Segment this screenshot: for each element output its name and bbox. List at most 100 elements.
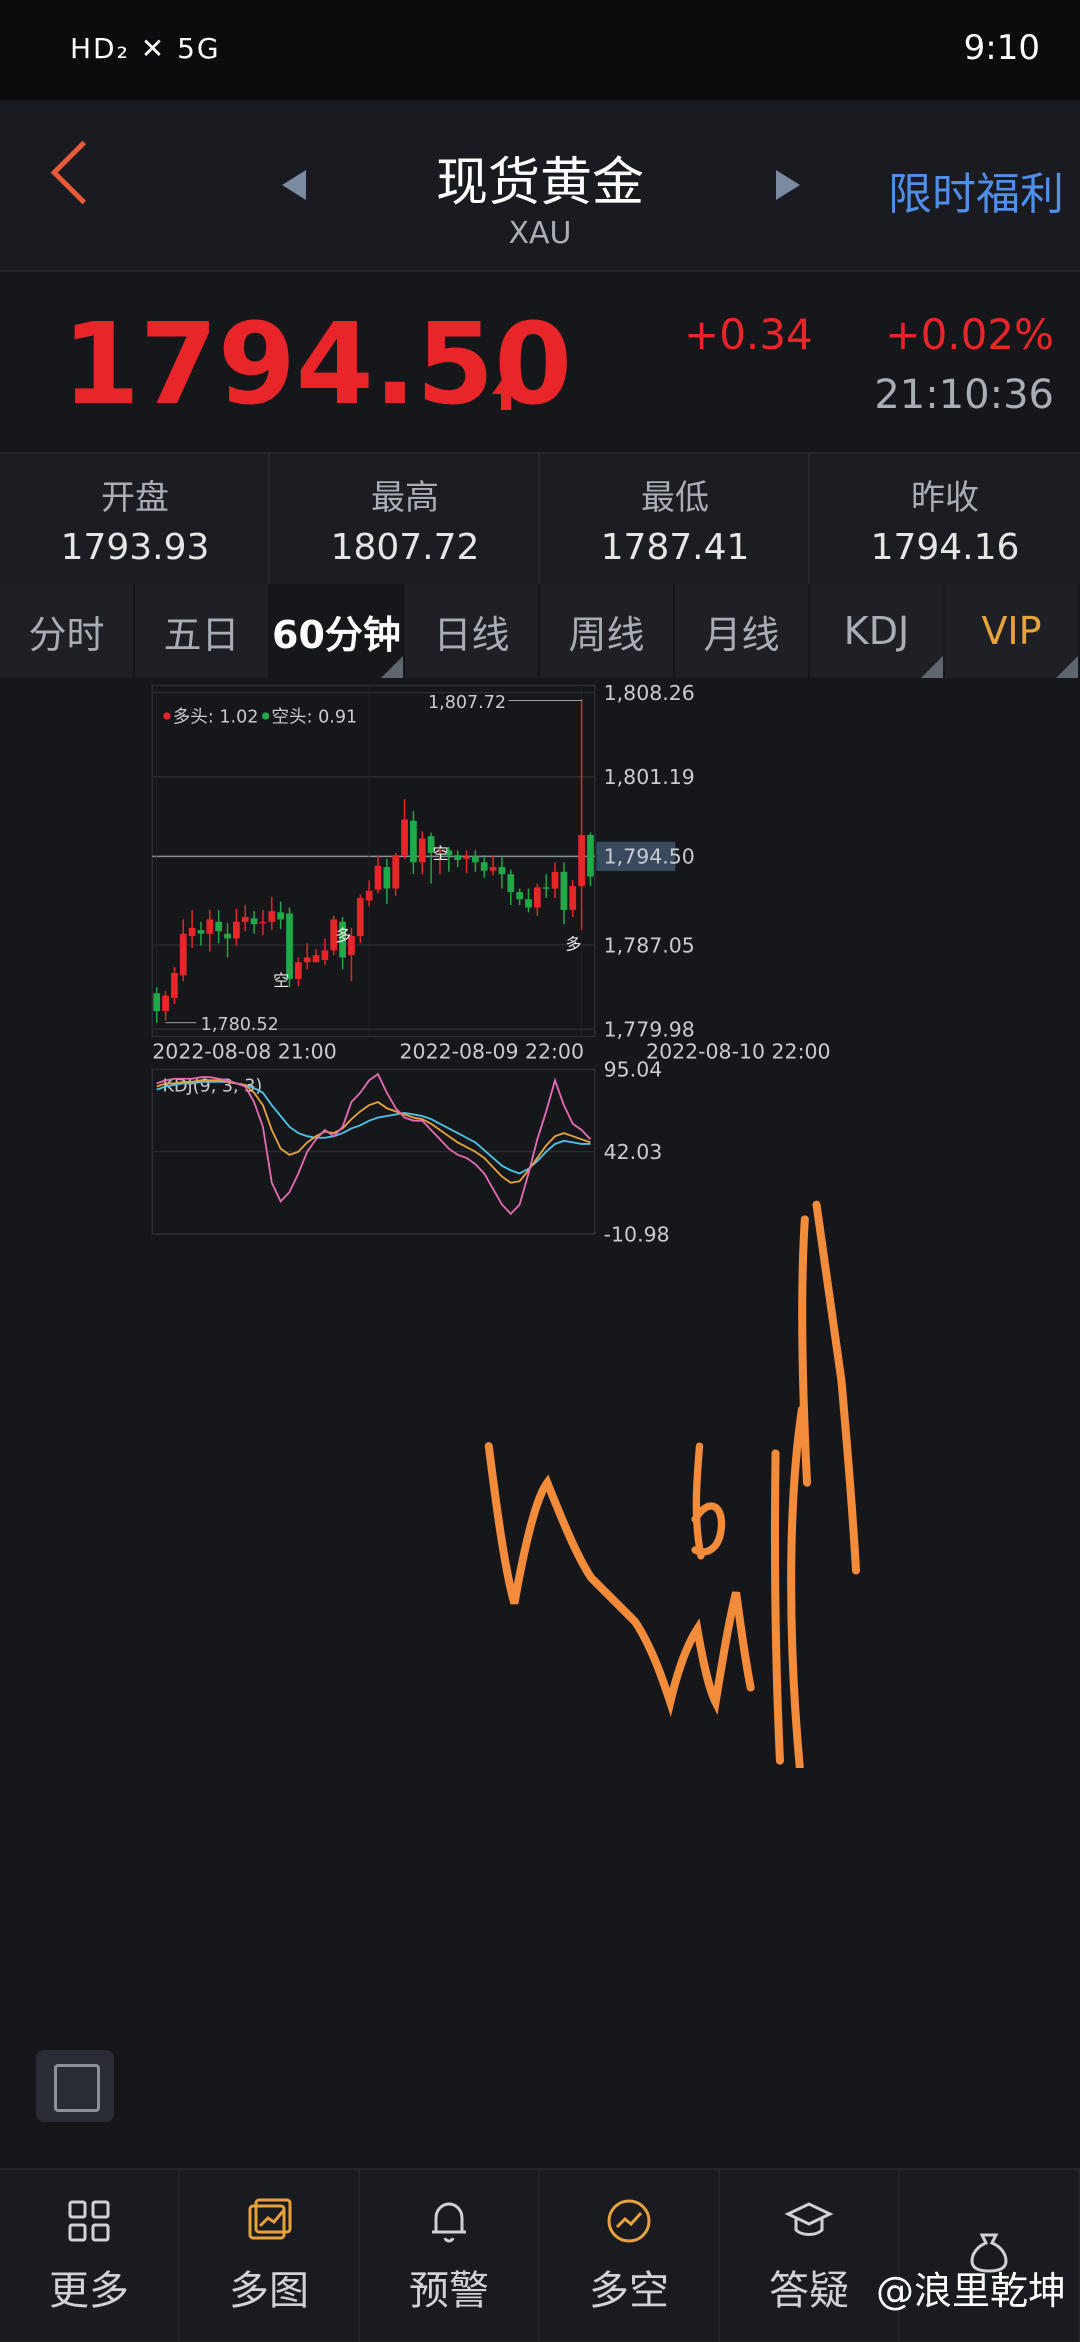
candle-body bbox=[507, 874, 515, 893]
nav-qa[interactable]: 答疑 bbox=[720, 2170, 900, 2342]
candle-body bbox=[374, 865, 382, 890]
stat-open: 开盘 1793.93 bbox=[0, 470, 270, 568]
plot-frame bbox=[151, 684, 596, 1038]
candle-body bbox=[454, 855, 462, 860]
prev-symbol-icon[interactable] bbox=[282, 170, 306, 200]
candle-body bbox=[259, 921, 267, 924]
next-symbol-icon[interactable] bbox=[776, 170, 800, 200]
x-tick-label: 2022-08-08 21:00 bbox=[152, 1039, 336, 1063]
candle-body bbox=[480, 862, 488, 871]
candle-body bbox=[587, 834, 594, 877]
hand-drawn-annotations bbox=[484, 1200, 861, 1768]
price-chart[interactable]: 1,808.26 1,801.19 1,794.50 1,787.05 1,779.98… bbox=[0, 678, 1080, 1768]
tab-vip[interactable]: VIP bbox=[945, 584, 1080, 678]
candle-body bbox=[569, 886, 577, 910]
y-tick-label: 1,801.19 bbox=[604, 765, 695, 789]
y-tick-label: 1,794.50 bbox=[604, 845, 695, 869]
candle-body bbox=[542, 887, 550, 889]
candle-body bbox=[321, 950, 329, 960]
status-icons: HD₂ ✕ 5G bbox=[70, 32, 221, 65]
tab-kdj[interactable]: KDJ bbox=[810, 584, 945, 678]
multi-chart-icon bbox=[248, 2198, 292, 2240]
bottom-nav: 更多 多图 预警 多空 答疑 bbox=[0, 2168, 1080, 2342]
candle-body bbox=[578, 834, 585, 887]
candle-body bbox=[472, 856, 479, 863]
candle-body bbox=[516, 892, 523, 900]
legend-bear-dot bbox=[262, 712, 270, 720]
tab-dropdown-corner-icon bbox=[1056, 656, 1078, 678]
nav-label: 多图 bbox=[229, 2268, 309, 2314]
candle-body bbox=[215, 921, 223, 932]
grid-icon bbox=[68, 2200, 110, 2242]
low-label: 1,780.52 bbox=[201, 1015, 279, 1035]
up-arrow-stem bbox=[501, 392, 511, 410]
stat-value: 1787.41 bbox=[600, 527, 750, 568]
candle-body bbox=[294, 962, 302, 979]
status-time: 9:10 bbox=[963, 28, 1040, 68]
candle-body bbox=[312, 955, 320, 963]
tab-60min[interactable]: 60分钟 bbox=[270, 584, 405, 678]
candle-body bbox=[224, 933, 231, 939]
candle-body bbox=[179, 933, 187, 976]
tab-label: KDJ bbox=[843, 609, 910, 653]
candle-body bbox=[525, 899, 532, 908]
candle-body bbox=[365, 890, 373, 901]
x-tick-label: 2022-08-09 22:00 bbox=[400, 1039, 584, 1063]
candle-body bbox=[277, 912, 284, 920]
tab-weekly[interactable]: 周线 bbox=[540, 584, 675, 678]
layout-icon bbox=[54, 2064, 100, 2112]
stat-label: 最低 bbox=[641, 478, 709, 518]
legend-bear: 空头: 0.91 bbox=[272, 708, 358, 728]
stat-low: 最低 1787.41 bbox=[540, 470, 810, 568]
nav-label: 答疑 bbox=[769, 2268, 849, 2314]
signal-marker: 多 bbox=[335, 926, 351, 945]
candle-body bbox=[560, 871, 568, 910]
stat-value: 1793.93 bbox=[60, 527, 210, 568]
status-bar: HD₂ ✕ 5G 9:10 bbox=[0, 0, 1080, 100]
kdj-chart: 95.0442.03-10.98KDJ(9, 3, 3) bbox=[151, 1058, 670, 1246]
nav-label: 更多 bbox=[49, 2268, 129, 2314]
tab-intraday[interactable]: 分时 bbox=[0, 584, 135, 678]
stat-label: 昨收 bbox=[911, 478, 979, 518]
candle-body bbox=[463, 856, 470, 859]
tab-label: VIP bbox=[981, 609, 1042, 653]
nav-more[interactable]: 更多 bbox=[0, 2170, 180, 2342]
candle-body bbox=[188, 927, 196, 937]
candle-body bbox=[303, 957, 311, 963]
annotation-stroke bbox=[484, 1442, 755, 1717]
nav-multi-chart[interactable]: 多图 bbox=[180, 2170, 360, 2342]
candle-body bbox=[498, 867, 506, 875]
kdj-y-tick: 42.03 bbox=[604, 1140, 663, 1164]
legend-bull: 多头: 1.02 bbox=[173, 708, 259, 728]
tab-monthly[interactable]: 月线 bbox=[675, 584, 810, 678]
current-price: 1794.50 bbox=[62, 300, 573, 430]
layout-toggle-button[interactable] bbox=[36, 2050, 114, 2122]
candle-body bbox=[401, 819, 408, 856]
nav-label: 预警 bbox=[409, 2268, 489, 2314]
candle-body bbox=[233, 921, 240, 939]
candle-body bbox=[551, 871, 559, 889]
stat-label: 最高 bbox=[371, 478, 439, 518]
quote-time: 21:10:36 bbox=[874, 372, 1054, 418]
tab-daily[interactable]: 日线 bbox=[405, 584, 540, 678]
candle-body bbox=[489, 867, 497, 871]
signal-marker: 多 bbox=[565, 934, 581, 953]
candle-body bbox=[153, 993, 161, 1012]
candle-body bbox=[241, 917, 249, 922]
nav-wallet[interactable] bbox=[900, 2170, 1080, 2342]
candle-body bbox=[268, 911, 276, 922]
stat-value: 1794.16 bbox=[870, 527, 1020, 568]
tab-5day[interactable]: 五日 bbox=[135, 584, 270, 678]
promo-link[interactable]: 限时福利 bbox=[888, 158, 1064, 222]
candle-body bbox=[383, 867, 391, 889]
nav-long-short[interactable]: 多空 bbox=[540, 2170, 720, 2342]
nav-alert[interactable]: 预警 bbox=[360, 2170, 540, 2342]
candle-body bbox=[286, 913, 293, 979]
candle-body bbox=[171, 972, 178, 998]
stat-value: 1807.72 bbox=[330, 527, 480, 568]
annotation-stroke bbox=[691, 1442, 726, 1560]
tab-dropdown-corner-icon bbox=[381, 656, 403, 678]
high-label: 1,807.72 bbox=[428, 693, 506, 713]
kdj-y-tick: 95.04 bbox=[604, 1058, 663, 1082]
mortarboard-icon bbox=[784, 2202, 834, 2236]
